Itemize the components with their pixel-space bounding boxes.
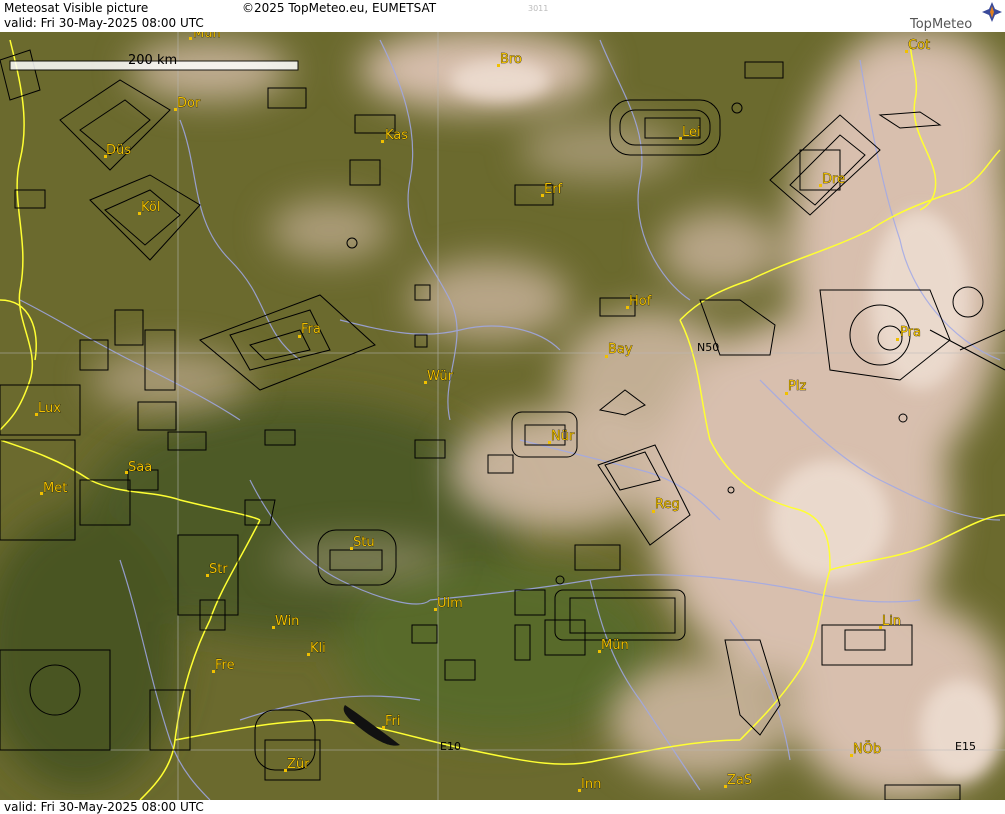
city-label: Bro bbox=[500, 52, 522, 67]
city-label: Plz bbox=[788, 379, 806, 394]
grid-label-e15: E15 bbox=[955, 740, 976, 753]
logo-text: TopMeteo bbox=[909, 17, 972, 32]
city-label: Düs bbox=[106, 143, 131, 158]
city-label: Fre bbox=[215, 658, 235, 673]
city-label: Fri bbox=[385, 714, 401, 729]
city-label: Nür bbox=[551, 429, 575, 444]
city-label: Lin bbox=[882, 614, 901, 629]
city-label: NÖb bbox=[853, 740, 881, 757]
city-label: Ulm bbox=[437, 596, 463, 611]
compass-star-icon bbox=[982, 2, 1002, 22]
city-label: Lei bbox=[682, 125, 701, 140]
city-label: Köl bbox=[141, 200, 160, 215]
city-label: Mün bbox=[601, 638, 629, 653]
city-label: Hof bbox=[629, 294, 652, 309]
city-label: Bay bbox=[608, 342, 633, 357]
city-label: Kli bbox=[310, 641, 326, 656]
city-label: Mün bbox=[193, 32, 221, 41]
topmeteo-logo: TopMeteo bbox=[909, 2, 1002, 32]
city-label: Inn bbox=[581, 777, 601, 792]
city-label: Erf bbox=[544, 182, 563, 197]
image-title: Meteosat Visible picture bbox=[4, 1, 149, 15]
scale-label: 200 km bbox=[128, 53, 177, 68]
city-label: Kas bbox=[385, 128, 408, 143]
grid-label-n50: N50 bbox=[697, 341, 719, 354]
header-bar: Meteosat Visible picture valid: Fri 30-M… bbox=[0, 0, 1005, 32]
map-canvas: 200 km N50 E10 E15 Mün Bro Cot Dor Kas L… bbox=[0, 26, 1005, 801]
satellite-map: 200 km N50 E10 E15 Mün Bro Cot Dor Kas L… bbox=[0, 26, 1005, 801]
footer-bar: valid: Fri 30-May-2025 08:00 UTC bbox=[0, 800, 1005, 814]
city-label: Cot bbox=[908, 38, 930, 53]
footer-valid-time: valid: Fri 30-May-2025 08:00 UTC bbox=[4, 800, 204, 814]
city-label: Reg bbox=[655, 497, 680, 512]
city-label: Pra bbox=[900, 325, 921, 340]
image-code: 3011 bbox=[528, 4, 549, 13]
grid-label-e10: E10 bbox=[440, 740, 461, 753]
city-label: Lux bbox=[38, 401, 61, 416]
city-label: Win bbox=[275, 614, 299, 629]
city-label: Wür bbox=[427, 369, 454, 384]
city-label: Stu bbox=[353, 535, 375, 550]
city-label: Zür bbox=[287, 757, 310, 772]
city-label: Met bbox=[43, 481, 67, 496]
city-label: Saa bbox=[128, 460, 152, 475]
city-label: Dre bbox=[822, 172, 845, 187]
valid-time: valid: Fri 30-May-2025 08:00 UTC bbox=[4, 16, 204, 30]
city-label: ZaS bbox=[727, 773, 752, 788]
copyright: ©2025 TopMeteo.eu, EUMETSAT bbox=[242, 1, 437, 15]
city-label: Fra bbox=[301, 322, 321, 337]
city-label: Str bbox=[209, 562, 228, 577]
city-label: Dor bbox=[177, 96, 201, 111]
